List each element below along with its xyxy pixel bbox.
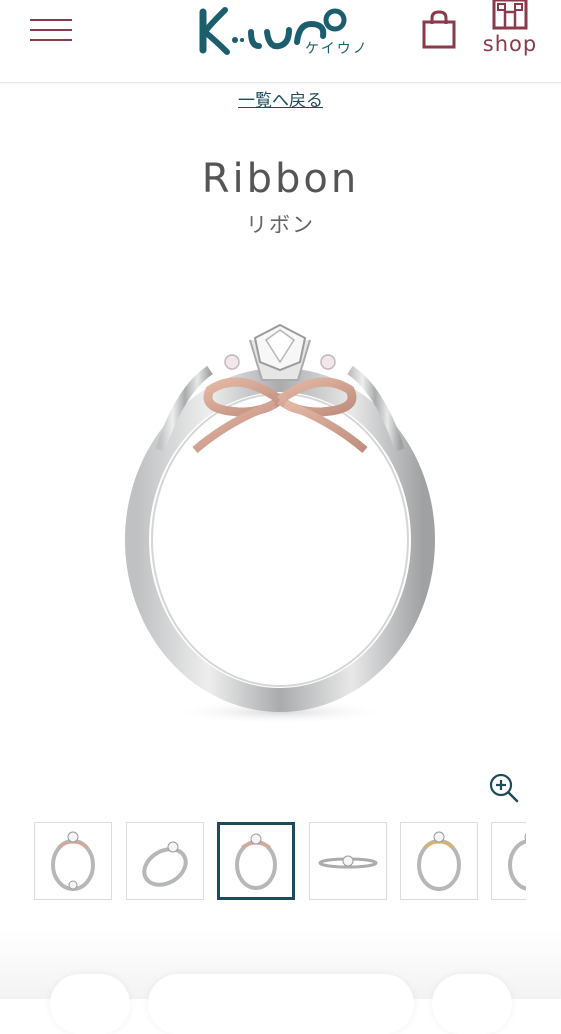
bottom-center-button[interactable]: [148, 974, 414, 1034]
ring-front-thumb: [51, 831, 95, 891]
thumbnail-strip: [34, 822, 526, 902]
keiuno-logo[interactable]: ケイウノ: [193, 2, 371, 62]
store-icon: [492, 0, 528, 30]
shopping-bag-icon[interactable]: [420, 10, 458, 50]
ring-partial-thumb: [508, 833, 526, 891]
thumbnail-1[interactable]: [34, 822, 112, 900]
thumbnail-5[interactable]: [400, 822, 478, 900]
product-title: Ribbon: [201, 156, 360, 202]
bottom-action-bar: [0, 930, 561, 1034]
thumbnail-4[interactable]: [309, 822, 387, 900]
shop-label: shop: [482, 32, 538, 56]
thumbnail-2[interactable]: [126, 822, 204, 900]
hamburger-menu-icon[interactable]: [30, 16, 74, 44]
ring-gold-thumb: [417, 831, 461, 891]
site-header: ケイウノ shop: [0, 0, 561, 83]
bottom-left-button[interactable]: [50, 974, 130, 1034]
zoom-in-icon[interactable]: [488, 772, 520, 804]
ring-flat-thumb: [318, 855, 378, 869]
logo-subtitle: ケイウノ: [305, 41, 369, 57]
thumbnail-6[interactable]: [491, 822, 526, 900]
thumbnail-3[interactable]: [217, 822, 295, 900]
product-main-image[interactable]: [100, 300, 461, 740]
ring-angle-thumb: [142, 841, 188, 887]
ring-front-pink-thumb: [235, 833, 277, 890]
shop-button[interactable]: shop: [478, 0, 542, 62]
product-subtitle: リボン: [246, 213, 315, 237]
back-to-list-link[interactable]: 一覧へ戻る: [0, 86, 561, 111]
bottom-right-button[interactable]: [432, 974, 512, 1034]
